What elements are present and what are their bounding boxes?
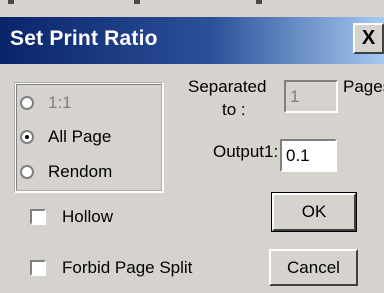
hollow-checkbox-row[interactable]: Hollow	[30, 205, 113, 229]
ok-button-label: OK	[301, 202, 327, 221]
ok-button[interactable]: OK	[271, 192, 357, 232]
hollow-label: Hollow	[62, 207, 114, 226]
cancel-button[interactable]: Cancel	[269, 249, 358, 286]
title-bar[interactable]: Set Print Ratio X	[0, 17, 384, 64]
forbid-page-split-row[interactable]: Forbid Page Split	[30, 256, 192, 280]
pages-label: Pages	[343, 77, 384, 96]
window-top-edge	[0, 0, 384, 17]
close-icon: X	[361, 27, 376, 49]
radio-label: All Page	[48, 127, 112, 146]
separated-pages-field[interactable]	[284, 80, 338, 113]
radio-indicator[interactable]	[20, 130, 34, 144]
edge-mark	[134, 0, 140, 4]
radio-indicator[interactable]	[20, 96, 34, 110]
radio-indicator[interactable]	[20, 165, 34, 179]
radio-label: Rendom	[48, 162, 113, 181]
separated-label-to: to :	[222, 100, 246, 119]
edge-mark	[8, 0, 14, 4]
radio-rendom[interactable]: Rendom	[20, 160, 112, 184]
radio-one-to-one[interactable]: 1:1	[20, 91, 72, 115]
forbid-page-split-checkbox[interactable]	[30, 260, 46, 276]
close-button[interactable]: X	[353, 23, 384, 54]
forbid-page-split-label: Forbid Page Split	[62, 258, 193, 277]
radio-label: 1:1	[48, 93, 72, 112]
cancel-button-label: Cancel	[287, 257, 340, 277]
separated-label: Separated	[188, 77, 267, 96]
radio-all-page[interactable]: All Page	[20, 125, 111, 149]
edge-mark	[256, 0, 262, 4]
output-label: Output1:	[213, 142, 279, 161]
window-title: Set Print Ratio	[10, 27, 158, 50]
output-field[interactable]	[280, 139, 337, 172]
hollow-checkbox[interactable]	[30, 209, 46, 225]
